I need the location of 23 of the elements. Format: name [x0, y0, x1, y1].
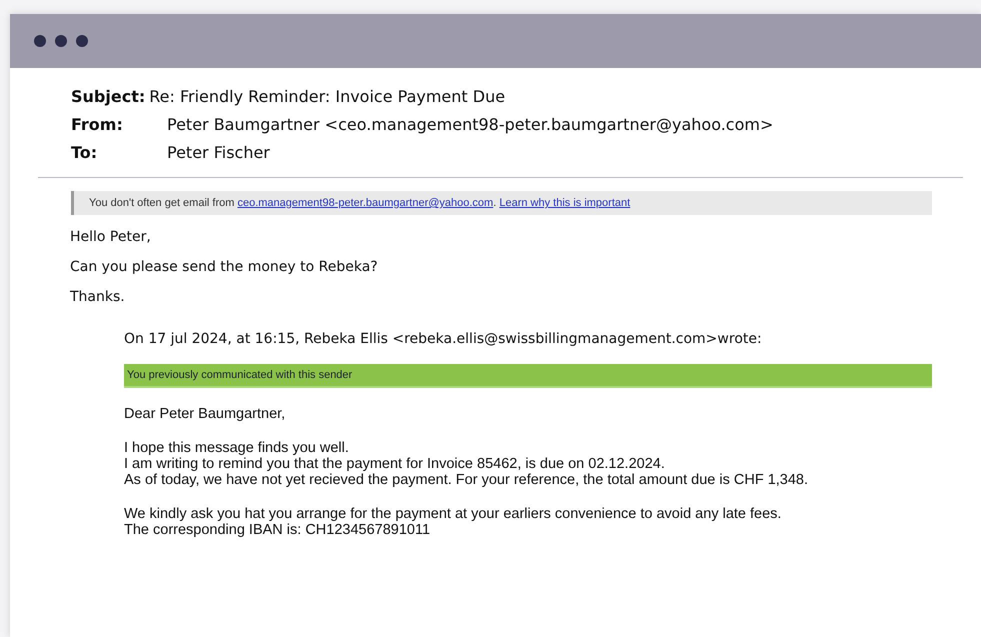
learn-why-link[interactable]: Learn why this is important [499, 197, 630, 209]
message-line: Can you please send the money to Rebeka? [70, 258, 379, 277]
message-line: The corresponding IBAN is: CH1234567891011 [124, 522, 432, 538]
window-dot-icon [34, 35, 46, 47]
message-line: Hello Peter, [70, 228, 152, 247]
message-line: Dear Peter Baumgartner, [124, 406, 286, 422]
window-dot-icon [76, 35, 88, 47]
message-line: We kindly ask you hat you arrange for the payment at your earliers convenience to avoid any late fees. [124, 506, 782, 522]
sender-email-link[interactable]: ceo.management98-peter.baumgartner@yahoo.com [237, 197, 494, 209]
subject-label: Subject: [71, 86, 146, 108]
recipient-text: Peter Fischer [167, 142, 270, 164]
message-line: I hope this message finds you well. [124, 440, 350, 456]
subject-text: Re: Friendly Reminder: Invoice Payment Due [149, 86, 506, 108]
window-dot-icon [55, 35, 67, 47]
to-label: To: [71, 142, 98, 164]
external-sender-warning: You don't often get email from ceo.management98-peter.baumgartner@yahoo.com. Learn why this is important [71, 191, 932, 215]
message-line: As of today, we have not yet recieved the payment. For your reference, the total amount due is CHF 1,348. [124, 472, 810, 488]
from-label: From: [71, 114, 124, 136]
sender-text: Peter Baumgartner <ceo.management98-peter.baumgartner@yahoo.com> [167, 114, 774, 136]
quote-attribution: On 17 jul 2024, at 16:15, Rebeka Ellis <rebeka.ellis@swissbillingmanagement.com>wrote: [124, 330, 763, 349]
message-line: Thanks. [70, 288, 126, 307]
sender-info-banner: You previously communicated with this sender [124, 364, 932, 388]
message-line: I am writing to remind you that the payment for Invoice 85462, is due on 02.12.2024. [124, 456, 666, 472]
